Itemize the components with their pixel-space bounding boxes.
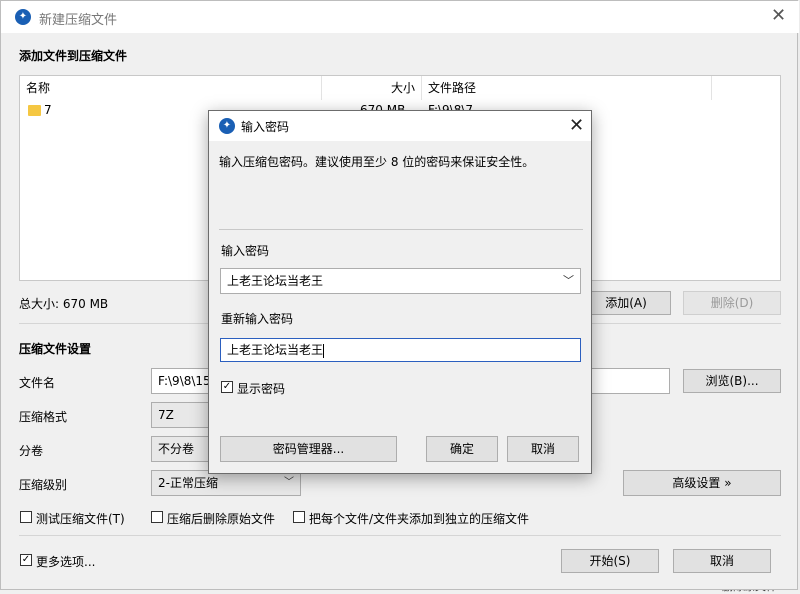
volume-value: 不分卷 [158, 442, 195, 456]
text-cursor [323, 343, 325, 358]
chevron-down-icon[interactable]: ﹀ [563, 269, 574, 293]
window-title: 新建压缩文件 [39, 13, 118, 28]
delete-source-label: 压缩后删除原始文件 [167, 512, 276, 526]
separate-archives-checkbox[interactable] [293, 511, 305, 523]
test-archive-checkbox[interactable] [20, 511, 32, 523]
filename-label: 文件名 [19, 376, 56, 390]
separate-archives-label: 把每个文件/文件夹添加到独立的压缩文件 [309, 512, 530, 526]
more-options-label: 更多选项... [36, 555, 96, 569]
dialog-description: 输入压缩包密码。建议使用至少 8 位的密码来保证安全性。 [219, 155, 535, 169]
settings-section-title: 压缩文件设置 [19, 342, 92, 356]
cancel-button[interactable]: 取消 [673, 549, 771, 573]
ok-button[interactable]: 确定 [426, 436, 498, 462]
dialog-title: 输入密码 [241, 120, 290, 134]
chevron-down-icon: ﹀ [284, 477, 294, 488]
dialog-cancel-button[interactable]: 取消 [507, 436, 579, 462]
total-size: 总大小: 670 MB [19, 297, 109, 311]
add-section-title: 添加文件到压缩文件 [19, 49, 128, 63]
repeat-password-value: 上老王论坛当老王 [227, 343, 324, 357]
show-password-label: 显示密码 [237, 382, 286, 396]
level-label: 压缩级别 [19, 478, 68, 492]
password-dialog: ✦ 输入密码 ✕ 输入压缩包密码。建议使用至少 8 位的密码来保证安全性。 输入… [208, 110, 592, 474]
dialog-titlebar: ✦ 输入密码 ✕ [209, 111, 591, 141]
password-input[interactable]: 上老王论坛当老王 ﹀ [220, 268, 581, 294]
close-icon[interactable]: ✕ [569, 117, 584, 135]
show-password-checkbox[interactable]: ✓ [221, 381, 233, 393]
password-label: 输入密码 [221, 244, 270, 258]
test-archive-label: 测试压缩文件(T) [36, 512, 125, 526]
app-logo-icon: ✦ [15, 9, 31, 25]
password-manager-button[interactable]: 密码管理器... [220, 436, 397, 462]
folder-icon [28, 105, 41, 116]
format-value: 7Z [158, 408, 174, 422]
column-header-size[interactable]: 大小 [322, 76, 422, 100]
browse-button[interactable]: 浏览(B)... [683, 369, 781, 393]
level-value: 2-正常压缩 [158, 476, 218, 490]
main-titlebar: ✦ 新建压缩文件 ✕ [1, 1, 799, 33]
delete-source-checkbox[interactable] [151, 511, 163, 523]
volume-label: 分卷 [19, 444, 44, 458]
divider [219, 229, 583, 230]
repeat-password-label: 重新输入密码 [221, 312, 294, 326]
column-header-path[interactable]: 文件路径 [422, 76, 712, 100]
file-name: 7 [44, 103, 52, 117]
password-value: 上老王论坛当老王 [227, 274, 324, 288]
start-button[interactable]: 开始(S) [561, 549, 659, 573]
column-header-name[interactable]: 名称 [20, 76, 322, 100]
close-icon[interactable]: ✕ [771, 7, 786, 25]
delete-button[interactable]: 删除(D) [683, 291, 781, 315]
more-options-checkbox[interactable]: ✓ [20, 554, 32, 566]
app-logo-icon: ✦ [219, 118, 235, 134]
add-button[interactable]: 添加(A) [581, 291, 671, 315]
advanced-settings-button[interactable]: 高级设置 » [623, 470, 781, 496]
divider [19, 535, 781, 536]
format-label: 压缩格式 [19, 410, 68, 424]
repeat-password-input[interactable]: 上老王论坛当老王 [220, 338, 581, 362]
